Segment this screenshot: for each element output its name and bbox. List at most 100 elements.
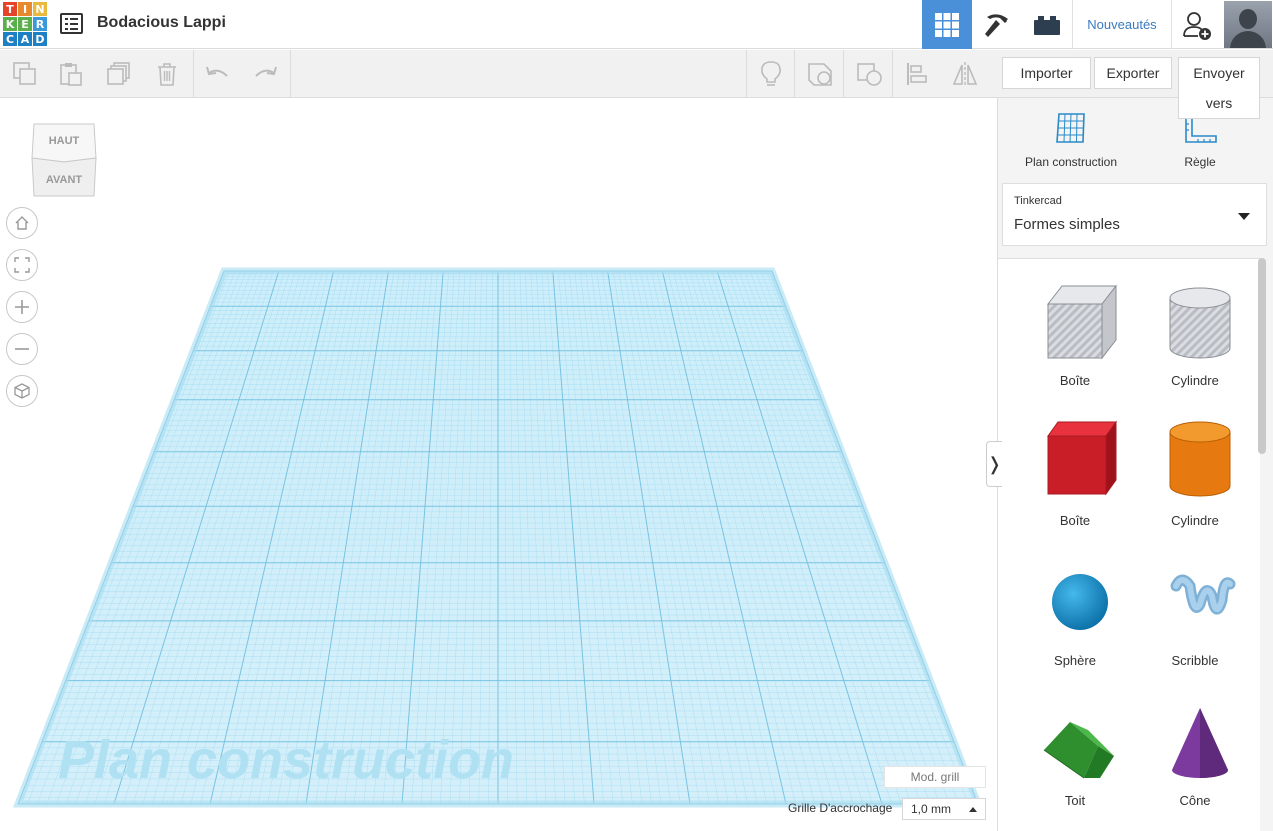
show-all-button[interactable]: [748, 50, 794, 97]
shape-label: Toit: [1064, 793, 1086, 808]
cube-top-label: HAUT: [49, 135, 80, 147]
document-title[interactable]: Bodacious Lappi: [97, 14, 226, 32]
shape-label: Cylindre: [1171, 373, 1219, 388]
shape-label: Sphère: [1054, 653, 1096, 668]
library-source: Tinkercad: [1014, 195, 1062, 207]
group-icon: [808, 62, 832, 86]
roof-icon: [1043, 722, 1114, 779]
grid-icon: [935, 12, 959, 37]
zoom-out-button[interactable]: [6, 333, 38, 365]
snap-grid-label: Grille D'accrochage: [788, 801, 893, 815]
mirror-button[interactable]: [942, 50, 988, 97]
logo-tile: A: [18, 32, 32, 46]
logo-tile: E: [18, 17, 32, 31]
shape-box-hole[interactable]: Boîte: [1015, 261, 1135, 401]
snap-grid-select[interactable]: 1,0 mm: [902, 798, 986, 820]
paste-button[interactable]: [48, 50, 94, 97]
view-cube[interactable]: HAUT AVANT: [30, 120, 98, 200]
design-list-icon[interactable]: [60, 13, 83, 34]
mirror-icon: [952, 61, 978, 86]
workplane-watermark: Plan construction: [58, 730, 514, 790]
shape-library-select[interactable]: Tinkercad Formes simples: [1002, 183, 1267, 246]
shape-label: Cône: [1179, 793, 1211, 808]
add-user-button[interactable]: [1172, 0, 1222, 49]
paste-icon: [60, 62, 82, 86]
cylinder-hole-icon: [1169, 287, 1231, 359]
shape-label: Scribble: [1171, 653, 1219, 668]
box-hole-icon: [1046, 284, 1118, 360]
home-icon: [15, 216, 29, 230]
pickaxe-icon: [985, 13, 1008, 37]
shape-sphere[interactable]: Sphère: [1015, 541, 1135, 681]
redo-button[interactable]: [242, 50, 288, 97]
fit-view-button[interactable]: [6, 249, 38, 281]
zoom-in-button[interactable]: [6, 291, 38, 323]
copy-button[interactable]: [2, 50, 48, 97]
workplane-canvas[interactable]: Plan construction: [0, 98, 997, 831]
edit-toolbar: [0, 50, 995, 98]
logo-tile: R: [33, 17, 47, 31]
shape-cone[interactable]: Cône: [1135, 681, 1255, 821]
sphere-icon: [1052, 574, 1108, 630]
home-view-button[interactable]: [6, 207, 38, 239]
brick-icon: [1034, 15, 1060, 35]
delete-button[interactable]: [144, 50, 190, 97]
copy-icon: [13, 61, 36, 85]
3d-design-view-button[interactable]: [922, 0, 972, 49]
import-button[interactable]: Importer: [1002, 57, 1091, 89]
news-link[interactable]: Nouveautés: [1072, 0, 1172, 49]
shape-label: Boîte: [1059, 373, 1091, 388]
avatar[interactable]: [1224, 1, 1272, 48]
edit-grid-button[interactable]: Mod. grill: [884, 766, 986, 788]
shape-grid: Boîte Cylindre Boîte Cylindre Sphère Scr…: [998, 258, 1260, 831]
export-button[interactable]: Exporter: [1094, 57, 1172, 89]
3d-viewport[interactable]: Plan construction HAUT AVANT: [0, 98, 997, 831]
codeblocks-view-button[interactable]: [972, 0, 1022, 49]
align-icon: [907, 62, 927, 85]
caret-down-icon: [1238, 213, 1250, 220]
light-bulb-icon: [761, 60, 781, 86]
logo-tile: T: [3, 2, 17, 16]
ungroup-icon: [857, 62, 882, 86]
library-name: Formes simples: [1014, 216, 1120, 233]
shapes-panel: Plan construction Règle Tinkercad Formes…: [997, 98, 1273, 831]
tinkercad-logo[interactable]: TIN KER CAD: [3, 2, 47, 46]
send-to-button[interactable]: Envoyer vers: [1178, 57, 1260, 119]
logo-tile: N: [33, 2, 47, 16]
workplane-icon: [1056, 113, 1085, 143]
snap-grid-value: 1,0 mm: [911, 802, 952, 816]
bricks-view-button[interactable]: [1022, 0, 1072, 49]
shape-cylinder[interactable]: Cylindre: [1135, 401, 1255, 541]
tinkercad-app: TINKERCAD Bodacious Lappi Nouveautés Imp…: [0, 0, 1273, 831]
scribble-icon: [1170, 574, 1236, 615]
ruler-tool-label: Règle: [1184, 155, 1216, 169]
zoom-out-icon: [15, 348, 29, 350]
duplicate-button[interactable]: [96, 50, 142, 97]
logo-tile: K: [3, 17, 17, 31]
undo-button[interactable]: [195, 50, 241, 97]
shape-cylinder-hole[interactable]: Cylindre: [1135, 261, 1255, 401]
ungroup-button[interactable]: [846, 50, 892, 97]
shape-label: Cylindre: [1171, 513, 1219, 528]
workplane-tool[interactable]: Plan construction: [1006, 110, 1136, 169]
delete-icon: [158, 62, 176, 86]
shape-scribble[interactable]: Scribble: [1135, 541, 1255, 681]
perspective-button[interactable]: [6, 375, 38, 407]
logo-tile: D: [33, 32, 47, 46]
align-button[interactable]: [894, 50, 940, 97]
cube-front-label: AVANT: [46, 174, 83, 186]
caret-up-icon: [969, 807, 977, 812]
redo-icon: [255, 66, 277, 77]
add-user-icon: [1183, 11, 1211, 40]
panel-scrollbar[interactable]: [1258, 258, 1266, 454]
perspective-icon: [14, 383, 30, 399]
shape-label: Boîte: [1059, 513, 1091, 528]
cylinder-icon: [1169, 421, 1231, 497]
collapse-panel-toggle[interactable]: ❭: [986, 441, 1002, 487]
duplicate-icon: [107, 61, 130, 85]
logo-tile: I: [18, 2, 32, 16]
shape-roof[interactable]: Toit: [1015, 681, 1135, 821]
shape-box[interactable]: Boîte: [1015, 401, 1135, 541]
group-button[interactable]: [797, 50, 843, 97]
top-bar: TINKERCAD Bodacious Lappi Nouveautés: [0, 0, 1273, 49]
